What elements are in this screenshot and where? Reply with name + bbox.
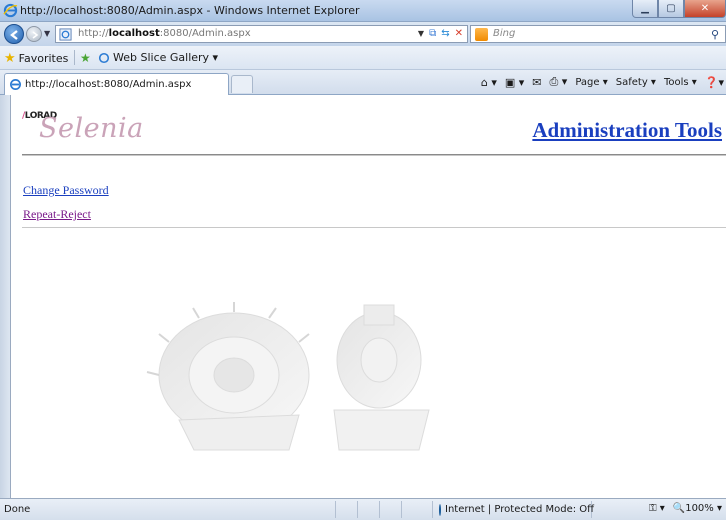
navigation-bar: ▼ http://localhost:8080/Admin.aspx ▼ ⧉ ⇆… (0, 22, 726, 46)
lorad-selenia-logo: /LORAD Selenia (22, 107, 172, 145)
forward-button[interactable] (26, 26, 42, 42)
add-favorite-icon: ★ (80, 51, 91, 65)
protected-mode-icon[interactable]: ⚿ ▾ (649, 503, 665, 514)
favorites-bar: ★ Favorites ★ Web Slice Gallery ▾ (0, 46, 726, 70)
maximize-button[interactable]: ▢ (658, 0, 684, 18)
minimize-button[interactable]: ▁ (632, 0, 658, 18)
window-frame (0, 95, 10, 498)
address-dropdown-icon[interactable]: ▼ (418, 29, 424, 38)
window-controls: ▁ ▢ ✕ (632, 0, 726, 18)
favorites-star-icon: ★ (4, 51, 16, 66)
stop-icon[interactable]: ✕ (455, 28, 463, 39)
gears-watermark-image (146, 302, 430, 451)
tab-admin[interactable]: http://localhost:8080/Admin.aspx (4, 73, 229, 95)
repeat-reject-link[interactable]: Repeat-Reject (23, 207, 91, 222)
back-button[interactable] (4, 24, 24, 44)
window-title: http://localhost:8080/Admin.aspx - Windo… (20, 4, 360, 17)
print-icon[interactable]: ⎙ ▾ (550, 75, 568, 89)
search-icon[interactable]: ⚲ (711, 28, 719, 41)
address-bar[interactable]: http://localhost:8080/Admin.aspx ▼ ⧉ ⇆ ✕ (55, 25, 468, 43)
ie-logo-icon (3, 3, 18, 18)
close-icon: ✕ (700, 3, 710, 14)
feeds-icon[interactable]: ▣ ▾ (505, 76, 524, 89)
tab-label: http://localhost:8080/Admin.aspx (25, 79, 192, 90)
safety-menu[interactable]: Safety ▾ (616, 77, 656, 88)
home-icon[interactable]: ⌂ ▾ (481, 76, 497, 89)
security-zone[interactable]: Internet | Protected Mode: Off (432, 501, 594, 518)
search-placeholder: Bing (493, 28, 516, 39)
forward-arrow-icon (32, 31, 39, 39)
header-divider (22, 154, 726, 156)
page-title[interactable]: Administration Tools (532, 118, 722, 143)
status-bar: Done Internet | Protected Mode: Off ⚿ ▾ … (0, 498, 726, 520)
back-arrow-icon (10, 30, 18, 40)
refresh-icon[interactable]: ⇆ (441, 28, 449, 39)
ie-page-icon (98, 52, 110, 63)
address-url[interactable]: http://localhost:8080/Admin.aspx (78, 28, 251, 39)
search-box[interactable]: Bing ⚲ (470, 25, 726, 43)
compatibility-view-icon[interactable]: ⧉ (429, 28, 436, 39)
add-to-favorites-bar-button[interactable]: ★ (80, 51, 91, 65)
title-bar: http://localhost:8080/Admin.aspx - Windo… (0, 0, 726, 22)
web-slice-gallery-link[interactable]: Web Slice Gallery ▾ (98, 51, 218, 64)
recent-pages-dropdown-icon[interactable]: ▼ (44, 29, 50, 38)
status-panes (335, 501, 423, 518)
tools-menu[interactable]: Tools ▾ (664, 77, 697, 88)
tab-bar: http://localhost:8080/Admin.aspx ⌂ ▾ ▣ ▾… (0, 70, 726, 95)
ie-tab-icon (10, 79, 21, 90)
change-password-link[interactable]: Change Password (23, 183, 109, 198)
status-text: Done (4, 504, 31, 515)
bing-icon (475, 28, 488, 41)
globe-icon (439, 503, 441, 516)
page-content: /LORAD Selenia Administration Tools Chan… (10, 95, 726, 498)
divider (74, 50, 75, 65)
close-window-button[interactable]: ✕ (684, 0, 726, 18)
zoom-control[interactable]: 🔍100% ▾ (673, 503, 722, 514)
mail-icon[interactable]: ✉ (532, 76, 541, 89)
new-tab-button[interactable] (231, 75, 253, 93)
links-divider (22, 227, 726, 228)
help-icon[interactable]: ❓▾ (705, 76, 724, 89)
maximize-icon: ▢ (666, 3, 676, 14)
logo-product: Selenia (39, 113, 144, 144)
favorites-button[interactable]: ★ Favorites (4, 51, 68, 66)
command-bar: ⌂ ▾ ▣ ▾ ✉ ⎙ ▾ Page ▾ Safety ▾ Tools ▾ ❓▾ (481, 75, 724, 89)
page-icon (59, 28, 72, 41)
minimize-icon: ▁ (641, 3, 649, 14)
page-menu[interactable]: Page ▾ (575, 77, 607, 88)
